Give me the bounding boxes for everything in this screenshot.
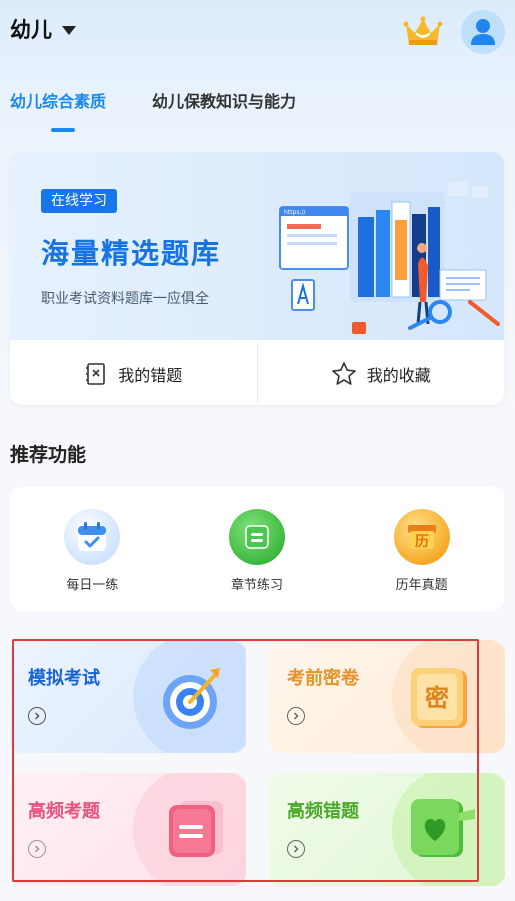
calendar-check-icon xyxy=(64,509,121,565)
high-frequency-questions-label: 高频考题 xyxy=(28,801,100,822)
subject-tabs: 幼儿综合素质 幼儿保教知识与能力 xyxy=(0,84,515,134)
crown-icon[interactable] xyxy=(403,14,443,50)
high-frequency-questions-tile[interactable]: 高频考题 xyxy=(10,773,246,886)
active-tab-indicator xyxy=(51,128,75,132)
recommend-features: 每日一练 章节练习 历 历年真题 xyxy=(10,487,504,611)
online-learning-badge: 在线学习 xyxy=(41,189,117,213)
secret-paper-glyph: 密 xyxy=(425,684,449,712)
my-wrong-questions-label: 我的错题 xyxy=(118,365,183,385)
banner-url-text: https:// xyxy=(284,209,306,216)
past-papers-label: 历年真题 xyxy=(395,578,448,593)
banner-actions: 我的错题 我的收藏 xyxy=(10,342,504,405)
my-favorites-button[interactable]: 我的收藏 xyxy=(258,342,505,405)
practice-modes-grid: 模拟考试 考前密卷 密 高频考题 高频错题 xyxy=(10,640,505,886)
chevron-right-icon xyxy=(28,840,46,858)
daily-practice-label: 每日一练 xyxy=(66,578,119,593)
banner-title: 海量精选题库 xyxy=(41,237,222,270)
my-favorites-label: 我的收藏 xyxy=(366,365,431,385)
target-dart-icon xyxy=(163,668,220,729)
secret-paper-icon: 密 xyxy=(411,668,467,728)
question-bank-card: 在线学习 海量精选题库 职业考试资料题库一应俱全 https:// 我的错题 我… xyxy=(10,152,504,405)
pre-exam-secret-paper-label: 考前密卷 xyxy=(287,668,359,689)
past-papers-button[interactable]: 历 历年真题 xyxy=(339,487,504,611)
chapter-practice-label: 章节练习 xyxy=(231,578,284,593)
heart-book-icon xyxy=(411,799,475,857)
recommend-section-title: 推荐功能 xyxy=(10,444,87,466)
chapter-practice-button[interactable]: 章节练习 xyxy=(175,487,340,611)
chevron-right-icon xyxy=(28,707,46,725)
star-icon xyxy=(331,361,356,385)
tab-comprehensive-quality[interactable]: 幼儿综合素质 xyxy=(10,88,106,112)
past-papers-glyph: 历 xyxy=(415,534,429,550)
tab-care-education-knowledge[interactable]: 幼儿保教知识与能力 xyxy=(152,88,296,112)
past-papers-icon: 历 xyxy=(393,509,450,565)
daily-practice-button[interactable]: 每日一练 xyxy=(10,487,175,611)
chevron-right-icon xyxy=(287,707,305,725)
question-bank-banner[interactable]: 在线学习 海量精选题库 职业考试资料题库一应俱全 https:// xyxy=(10,152,504,340)
dropdown-caret-icon xyxy=(62,25,76,35)
my-wrong-questions-button[interactable]: 我的错题 xyxy=(10,342,257,405)
mock-exam-tile[interactable]: 模拟考试 xyxy=(10,640,246,753)
high-frequency-mistakes-tile[interactable]: 高频错题 xyxy=(269,773,505,886)
study-library-illustration: https:// xyxy=(279,182,500,334)
wrong-questions-icon xyxy=(86,362,106,385)
pre-exam-secret-paper-tile[interactable]: 考前密卷 密 xyxy=(269,640,505,753)
chapter-list-icon xyxy=(229,509,285,565)
chevron-right-icon xyxy=(287,840,305,858)
mock-exam-label: 模拟考试 xyxy=(28,668,100,689)
user-avatar-icon[interactable] xyxy=(461,10,505,54)
grade-selector[interactable]: 幼儿 xyxy=(10,14,76,44)
document-lines-icon xyxy=(169,801,223,857)
high-frequency-mistakes-label: 高频错题 xyxy=(287,801,359,822)
banner-subtitle: 职业考试资料题库一应俱全 xyxy=(41,291,209,307)
top-bar: 幼儿 xyxy=(0,0,515,64)
grade-label: 幼儿 xyxy=(10,18,52,42)
